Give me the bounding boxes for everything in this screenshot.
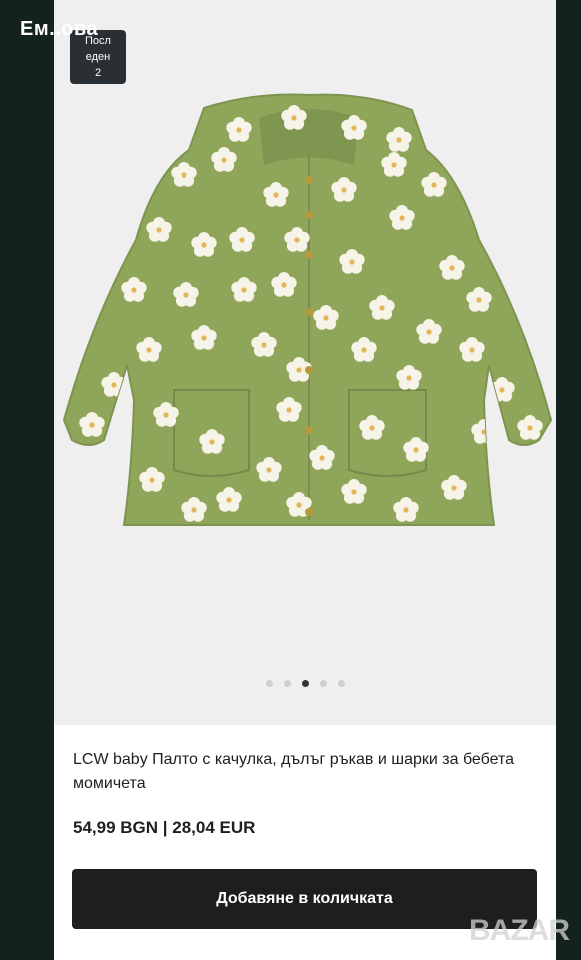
seller-name-overlay: Ем..ова: [20, 18, 99, 40]
badge-line-3: 2: [94, 67, 102, 79]
product-image[interactable]: Посл еден 2: [54, 0, 556, 725]
left-background: [0, 0, 54, 960]
carousel-dot[interactable]: [337, 680, 345, 687]
right-background: [556, 0, 581, 960]
product-title[interactable]: LCW baby Палто с качулка, дълъг ръкав и …: [73, 748, 523, 796]
carousel-dot-active[interactable]: [301, 680, 309, 687]
carousel-dot[interactable]: [283, 680, 291, 687]
carousel-dot[interactable]: [319, 680, 327, 687]
bazar-watermark: BAZAR: [469, 914, 570, 947]
product-price: 54,99 BGN | 28,04 EUR: [73, 818, 256, 837]
product-card: Посл еден 2 LCW baby Палто с качулка, дъ…: [54, 0, 556, 960]
badge-line-2: еден: [85, 51, 111, 63]
carousel-dot[interactable]: [265, 680, 273, 687]
jacket-image: [62, 93, 553, 526]
carousel-indicator: [54, 680, 556, 687]
add-to-cart-button[interactable]: Добавяне в количката: [72, 869, 537, 929]
